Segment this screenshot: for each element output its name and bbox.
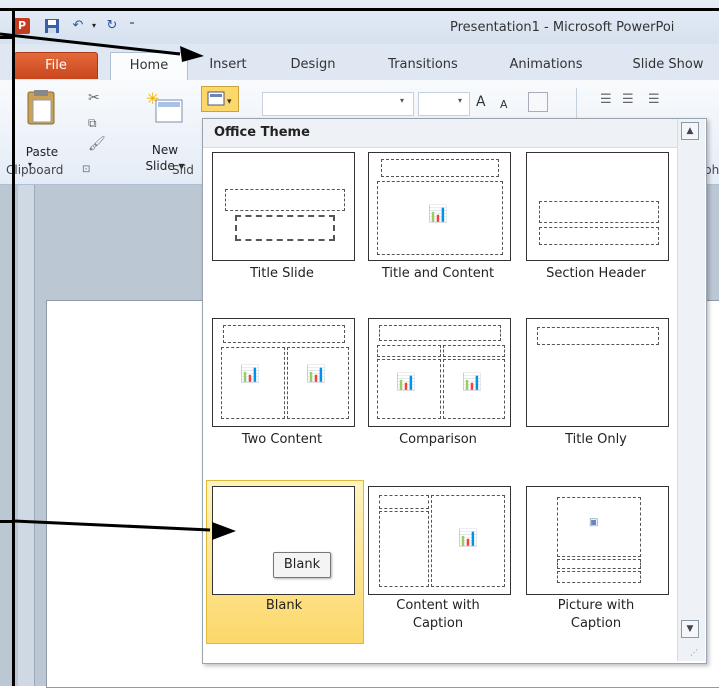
annotation-arrows (0, 32, 236, 540)
